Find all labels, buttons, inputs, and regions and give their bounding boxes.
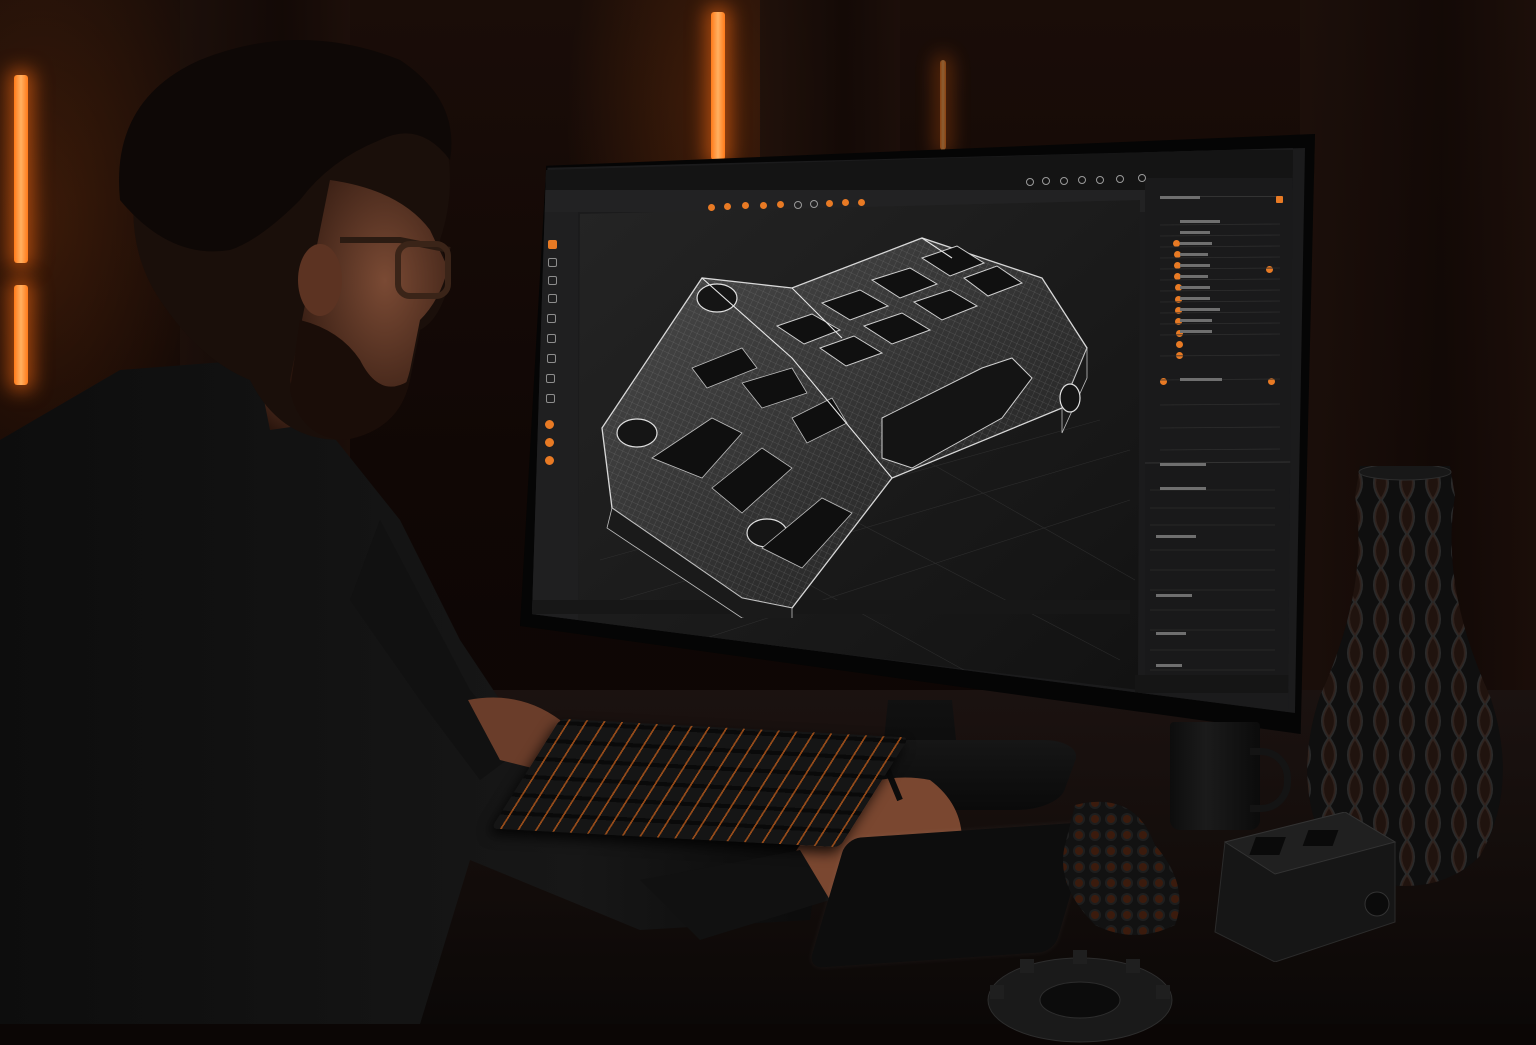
gear-icon xyxy=(987,950,1173,1043)
keyboard[interactable] xyxy=(491,718,909,848)
printed-bracket xyxy=(1214,812,1397,962)
lattice-sculpture xyxy=(1063,801,1180,935)
